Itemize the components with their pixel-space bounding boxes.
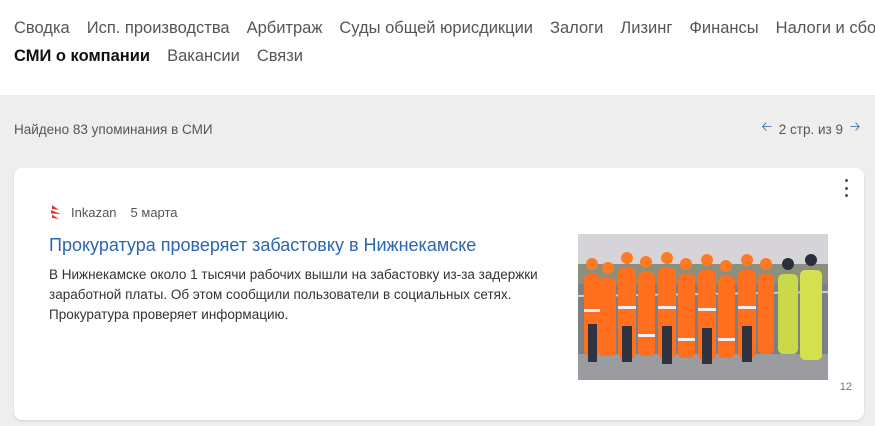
pagination: 🡠 2 стр. из 9 🡢 — [759, 118, 863, 140]
menu-dot — [844, 179, 848, 182]
arrow-right-icon[interactable]: 🡢 — [847, 118, 863, 140]
nav-item-taxes[interactable]: Налоги и сборы — [776, 19, 875, 38]
article-text: В Нижнекамске около 1 тысячи рабочих выш… — [49, 267, 538, 322]
nav-item-courts[interactable]: Суды общей юрисдикции — [339, 19, 533, 38]
section-nav: Сводка Исп. производства Арбитраж Суды о… — [0, 0, 875, 95]
nav-item-media[interactable]: СМИ о компании — [14, 47, 150, 66]
nav-item-enforcement[interactable]: Исп. производства — [87, 19, 230, 38]
nav-row-1: Сводка Исп. производства Арбитраж Суды о… — [14, 14, 875, 42]
menu-dot — [844, 186, 848, 190]
article-source-row: Inkazan 5 марта — [49, 204, 178, 220]
menu-dot — [844, 194, 848, 197]
article-source[interactable]: Inkazan — [71, 205, 117, 220]
found-count-text: Найдено 83 упоминания в СМИ — [14, 121, 213, 137]
nav-item-finance[interactable]: Финансы — [689, 19, 758, 38]
nav-item-connections[interactable]: Связи — [257, 47, 303, 66]
nav-row-2: СМИ о компании Вакансии Связи — [14, 42, 875, 70]
workers-photo-illustration — [578, 234, 828, 380]
nav-item-summary[interactable]: Сводка — [14, 19, 70, 38]
nav-item-vacancies[interactable]: Вакансии — [167, 47, 240, 66]
article-date: 5 марта — [130, 204, 178, 220]
nav-item-arbitration[interactable]: Арбитраж — [247, 19, 323, 38]
mention-count: 12 — [839, 381, 852, 393]
summary-row: Найдено 83 упоминания в СМИ 🡠 2 стр. из … — [14, 95, 864, 163]
workers-photo[interactable] — [578, 234, 828, 380]
inkazan-logo-icon — [51, 205, 61, 219]
article-title[interactable]: Прокуратура проверяет забастовку в Нижне… — [49, 235, 476, 256]
arrow-left-icon[interactable]: 🡠 — [759, 118, 775, 140]
page-indicator: 2 стр. из 9 — [778, 121, 843, 137]
nav-item-leasing[interactable]: Лизинг — [620, 19, 672, 38]
nav-item-pledges[interactable]: Залоги — [550, 19, 603, 38]
more-vertical-icon[interactable] — [840, 179, 852, 197]
article-card[interactable]: Inkazan 5 марта Прокуратура проверяет за… — [14, 168, 864, 420]
